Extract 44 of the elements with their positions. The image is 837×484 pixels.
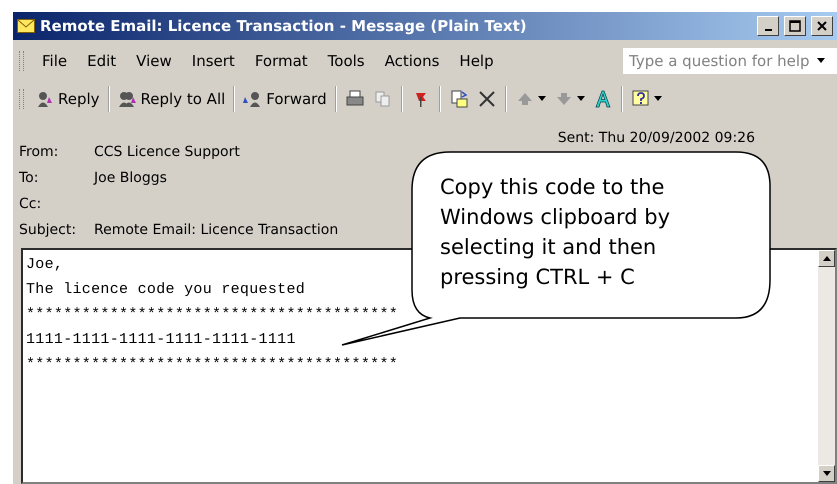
down-arrow-icon	[822, 470, 830, 476]
caret-icon	[538, 96, 546, 102]
close-icon	[816, 20, 828, 32]
reply-all-button[interactable]: Reply to All	[114, 87, 228, 111]
caret-icon	[576, 96, 585, 102]
header-value: CCS Licence Support	[94, 144, 240, 160]
menu-item[interactable]: Insert	[184, 50, 243, 72]
message-line: 1111-1111-1111-1111-1111-1111	[26, 330, 296, 350]
forward-button[interactable]: Forward	[240, 87, 330, 111]
person-arrow-icon	[35, 89, 55, 109]
menu-item[interactable]: Tools	[320, 50, 373, 72]
menu-item[interactable]: File	[34, 50, 76, 72]
minimize-button[interactable]	[757, 16, 779, 36]
menu-item[interactable]: View	[128, 50, 180, 72]
caret-icon	[654, 96, 662, 102]
message-line: ****************************************	[26, 355, 398, 375]
help-search-field[interactable]: Type a question for help	[623, 48, 837, 74]
close-button[interactable]	[811, 16, 833, 36]
message-line: The licence code you requested	[26, 280, 306, 300]
caret-icon	[817, 58, 825, 64]
menu-item[interactable]: Edit	[79, 50, 124, 72]
envelope-icon	[17, 19, 35, 33]
reply-button[interactable]: Reply	[32, 87, 103, 111]
sent-date: Sent: Thu 20/09/2002 09:26	[558, 130, 756, 148]
scrollbar[interactable]	[818, 250, 835, 482]
cross-icon	[476, 89, 497, 109]
maximize-icon	[789, 20, 801, 32]
people-arrow-icon	[118, 89, 138, 109]
header-label: Cc:	[19, 196, 42, 212]
window-title: Remote Email: Licence Transaction - Message (Plain Text)	[40, 17, 528, 35]
message-line: ****************************************	[26, 305, 398, 325]
header-value: Remote Email: Licence Transaction	[94, 222, 338, 238]
maximize-button[interactable]	[784, 16, 806, 36]
up-arrow-icon	[822, 256, 830, 262]
menu-item[interactable]: Actions	[376, 50, 448, 72]
header-value: Joe Bloggs	[94, 170, 167, 186]
letter-icon	[592, 89, 613, 109]
header-label: Subject:	[19, 222, 76, 238]
header-label: To:	[19, 170, 38, 186]
folder-page-icon	[448, 89, 469, 109]
header-label: From:	[19, 144, 58, 160]
message-line: Joe,	[26, 255, 64, 275]
menu-item[interactable]: Help	[451, 50, 502, 72]
menu-item[interactable]: Format	[246, 50, 316, 72]
